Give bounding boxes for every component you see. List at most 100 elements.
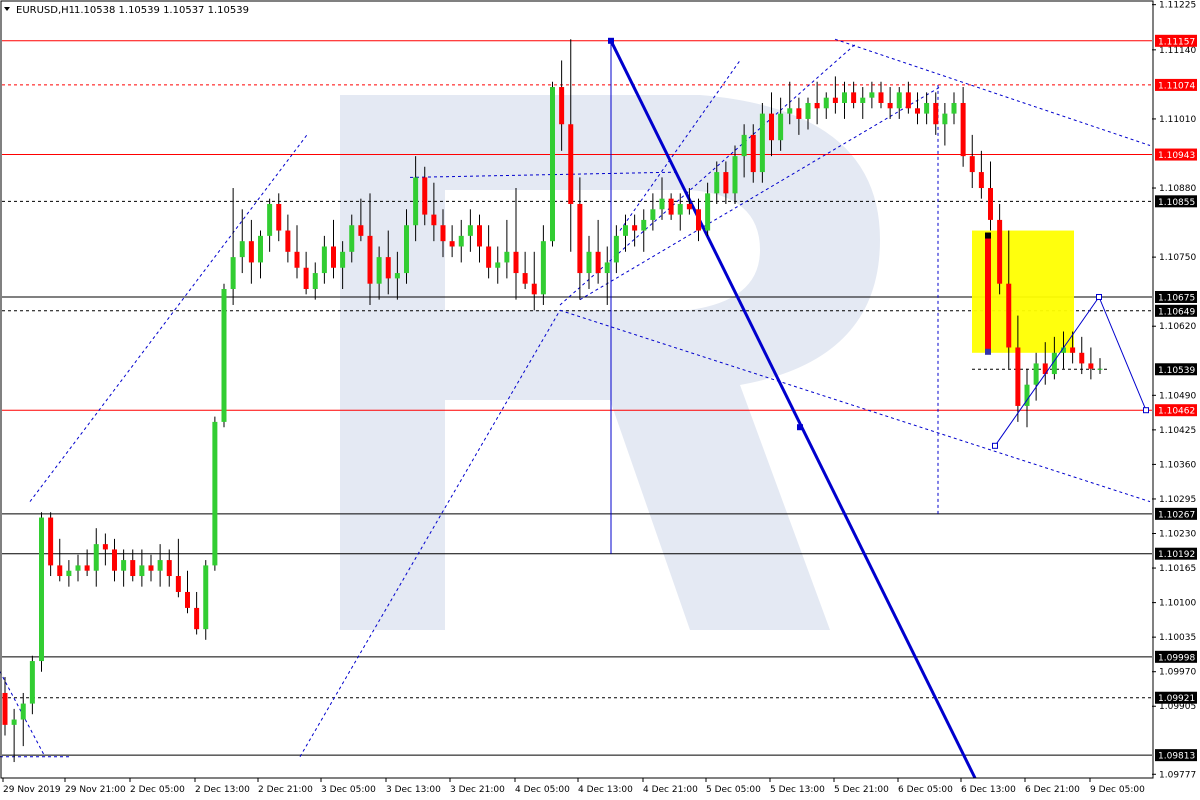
candle-body bbox=[303, 267, 309, 290]
candle-body bbox=[39, 517, 44, 662]
y-tick-label: 1.10620 bbox=[1159, 322, 1196, 332]
candle-body bbox=[477, 225, 482, 247]
forecast-point bbox=[992, 442, 998, 449]
candle-body bbox=[559, 87, 565, 125]
x-tick-label: 9 Dec 05:00 bbox=[1090, 785, 1145, 795]
candle-body bbox=[641, 219, 647, 231]
y-tick-label: 1.10490 bbox=[1159, 391, 1196, 401]
triangle-down-icon[interactable] bbox=[4, 7, 10, 11]
price-tag-label: 1.10267 bbox=[1158, 510, 1195, 520]
candle-body bbox=[340, 251, 346, 268]
candle-body bbox=[294, 251, 300, 268]
candle-body bbox=[175, 576, 181, 592]
candle-body bbox=[924, 102, 930, 114]
candle-body bbox=[93, 544, 99, 571]
candle-body bbox=[769, 113, 774, 141]
x-tick-label: 6 Dec 05:00 bbox=[898, 785, 953, 795]
y-tick-label: 1.10230 bbox=[1159, 530, 1196, 540]
candle-body bbox=[48, 517, 54, 566]
price-tag-label: 1.10855 bbox=[1158, 198, 1195, 208]
candle-body bbox=[486, 246, 492, 268]
candle-body bbox=[1042, 363, 1048, 375]
target-zone-bottom-marker bbox=[985, 348, 991, 355]
candle-body bbox=[915, 108, 920, 114]
y-tick-label: 1.10100 bbox=[1159, 599, 1196, 609]
target-zone bbox=[972, 230, 1074, 355]
price-tag-label: 1.09998 bbox=[1158, 653, 1195, 663]
candle-body bbox=[102, 544, 108, 550]
y-tick-label: 1.09970 bbox=[1159, 668, 1196, 678]
candle-body bbox=[531, 283, 537, 295]
channel-upper-left bbox=[29, 134, 308, 502]
x-tick-label: 6 Dec 13:00 bbox=[961, 785, 1016, 795]
candle-body bbox=[978, 172, 984, 189]
y-tick-label: 1.09777 bbox=[1159, 770, 1196, 780]
forecast-point bbox=[1143, 407, 1149, 414]
candle-body bbox=[440, 225, 446, 242]
candle-body bbox=[659, 198, 665, 210]
candle-body bbox=[787, 108, 793, 114]
candle-body bbox=[221, 289, 227, 422]
candle-body bbox=[331, 246, 336, 268]
x-tick-label: 6 Dec 21:00 bbox=[1025, 785, 1080, 795]
candle-body bbox=[458, 235, 464, 247]
candle-body bbox=[185, 591, 190, 608]
candle-body bbox=[805, 102, 811, 119]
candle-body bbox=[121, 560, 127, 571]
x-tick-label: 29 Nov 2019 bbox=[3, 785, 61, 795]
x-tick-label: 5 Dec 21:00 bbox=[834, 785, 889, 795]
candle-body bbox=[312, 273, 318, 290]
candle-body bbox=[75, 565, 81, 571]
candle-body bbox=[267, 203, 273, 236]
candle-body bbox=[385, 257, 391, 279]
candle-body bbox=[1015, 347, 1021, 406]
y-axis: 1.11225 1.11140 1.11010 1.10880 1.10750 1.106… bbox=[1152, 1, 1196, 780]
x-tick-label: 2 Dec 13:00 bbox=[195, 785, 250, 795]
candle-body bbox=[367, 235, 373, 284]
candle-body bbox=[66, 570, 72, 577]
candle-body bbox=[969, 156, 975, 173]
candle-body bbox=[550, 87, 555, 242]
candle-body bbox=[988, 188, 993, 220]
candle-body bbox=[1088, 363, 1094, 369]
symbol-timeframe: EURUSD,H1 bbox=[16, 5, 75, 16]
candle-body bbox=[896, 92, 902, 109]
watermark-logo bbox=[340, 95, 880, 630]
candle-body bbox=[29, 661, 35, 704]
candle-body bbox=[741, 134, 747, 157]
x-tick-label: 3 Dec 13:00 bbox=[386, 785, 441, 795]
candle-body bbox=[814, 102, 820, 109]
y-tick-label: 1.10360 bbox=[1159, 460, 1196, 470]
candle-body bbox=[57, 565, 63, 577]
candle-body bbox=[203, 565, 209, 630]
price-tag-label: 1.10539 bbox=[1158, 366, 1195, 376]
candle-body bbox=[431, 214, 437, 226]
price-chart[interactable]: 1.11225 1.11140 1.11010 1.10880 1.10750 1.106… bbox=[0, 0, 1200, 800]
candle-body bbox=[413, 177, 419, 226]
candle-body bbox=[842, 92, 847, 103]
y-tick-label: 1.11225 bbox=[1159, 1, 1196, 11]
candle-body bbox=[495, 262, 501, 268]
x-tick-label: 4 Dec 05:00 bbox=[515, 785, 570, 795]
price-tag-label: 1.10943 bbox=[1158, 151, 1195, 161]
candle-body bbox=[705, 193, 711, 231]
candle-body bbox=[723, 172, 729, 194]
candle-body bbox=[650, 209, 656, 220]
candle-body bbox=[139, 565, 145, 577]
candle-body bbox=[1097, 368, 1103, 370]
y-tick-label: 1.11140 bbox=[1159, 46, 1196, 56]
candle-body bbox=[349, 225, 355, 252]
candle-body bbox=[1079, 352, 1085, 364]
candle-body bbox=[1033, 363, 1039, 385]
candle-body bbox=[714, 172, 720, 194]
candle-body bbox=[248, 241, 254, 263]
candle-body bbox=[796, 108, 802, 119]
candle-body bbox=[112, 549, 117, 571]
chart-header: EURUSD,H1 1.10538 1.10539 1.10537 1.1053… bbox=[4, 5, 249, 16]
candle-body bbox=[513, 251, 519, 274]
forecast-point bbox=[1096, 293, 1102, 300]
candle-body bbox=[887, 102, 893, 109]
candle-body bbox=[2, 692, 8, 725]
target-zone-top-marker bbox=[985, 232, 991, 239]
candle-body bbox=[230, 257, 236, 290]
